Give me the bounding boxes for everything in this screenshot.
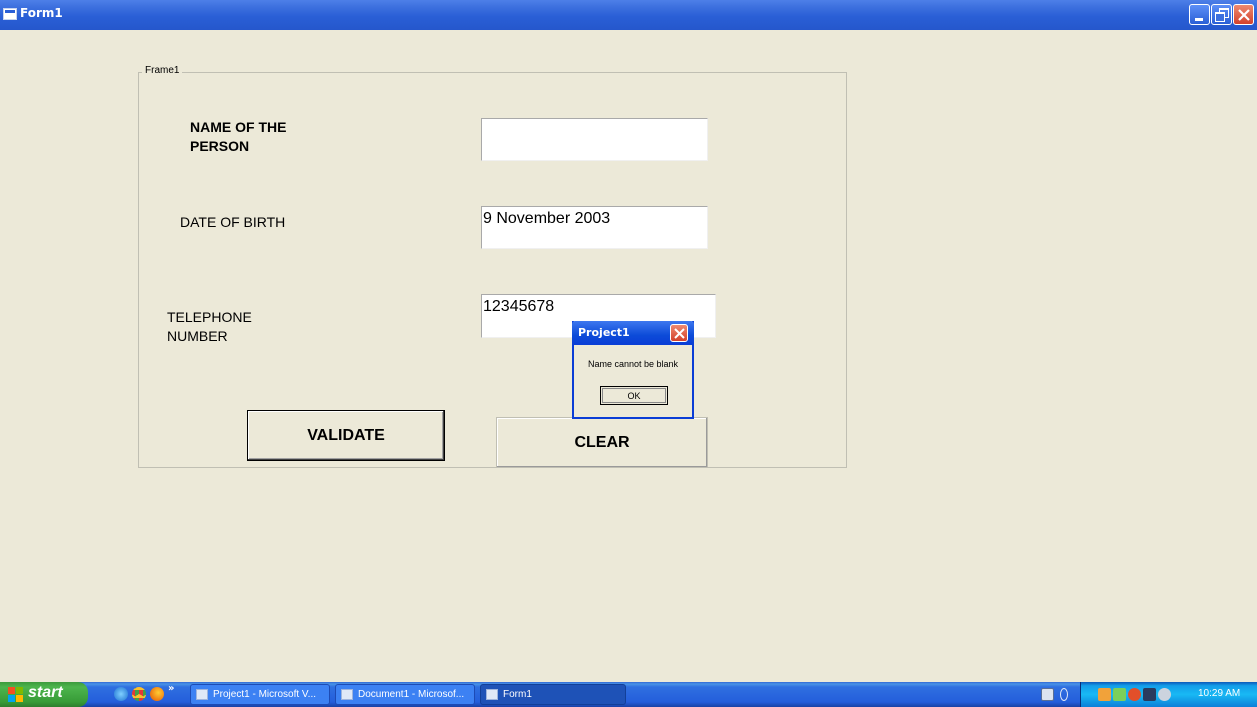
close-icon	[1238, 9, 1250, 21]
form-icon	[3, 8, 17, 20]
name-input[interactable]	[481, 118, 708, 161]
phone-label-line2: NUMBER	[167, 328, 228, 344]
phone-label-line1: TELEPHONE	[167, 309, 252, 325]
name-label-line1: NAME OF THE	[190, 119, 287, 135]
dialog-title: Project1	[578, 326, 630, 339]
taskbar-item-label: Document1 - Microsof...	[358, 689, 465, 700]
dialog-message: Name cannot be blank	[587, 359, 679, 369]
window-titlebar[interactable]: Form1	[0, 0, 1257, 30]
validate-button[interactable]: VALIDATE	[247, 410, 445, 461]
phone-label: TELEPHONE NUMBER	[167, 308, 252, 346]
clock: 10:29 AM	[1198, 688, 1241, 699]
name-label-line2: PERSON	[190, 138, 250, 154]
firefox-icon[interactable]	[150, 687, 164, 701]
tray-security-icon[interactable]	[1158, 688, 1171, 701]
taskbar-item-project1[interactable]: Project1 - Microsoft V...	[190, 684, 330, 705]
taskbar-item-document1[interactable]: Document1 - Microsof...	[335, 684, 475, 705]
taskbar-item-label: Project1 - Microsoft V...	[213, 689, 316, 700]
dob-label: DATE OF BIRTH	[180, 214, 286, 230]
network-icon[interactable]	[1060, 688, 1068, 701]
message-dialog: Project1 Name cannot be blank OK	[572, 321, 694, 419]
windows-logo-icon	[8, 687, 23, 702]
taskbar: start » Project1 - Microsoft V... Docume…	[0, 682, 1257, 707]
dialog-titlebar[interactable]: Project1	[572, 321, 694, 345]
tray-network-icon[interactable]	[1113, 688, 1126, 701]
name-label: NAME OF THE PERSON	[190, 118, 286, 156]
close-icon	[674, 328, 685, 339]
form-icon	[486, 689, 498, 700]
volume-icon[interactable]	[1143, 688, 1156, 701]
taskbar-item-label: Form1	[503, 689, 532, 700]
internet-explorer-icon[interactable]	[114, 687, 128, 701]
start-label: start	[28, 684, 63, 701]
vb-project-icon	[196, 689, 208, 700]
dialog-close-button[interactable]	[670, 324, 688, 342]
start-button[interactable]: start	[0, 682, 88, 707]
tray-quicktime-icon[interactable]	[1128, 688, 1141, 701]
restore-button[interactable]	[1211, 4, 1232, 25]
tray-app-icon[interactable]	[1098, 688, 1111, 701]
window-title: Form1	[20, 6, 63, 20]
quick-launch-overflow-icon[interactable]: »	[168, 683, 174, 694]
minimize-button[interactable]	[1189, 4, 1210, 25]
close-button[interactable]	[1233, 4, 1254, 25]
dob-input[interactable]: 9 November 2003	[481, 206, 708, 249]
help-icon[interactable]	[1041, 688, 1054, 701]
clear-button[interactable]: CLEAR	[496, 417, 708, 468]
chrome-icon[interactable]	[132, 687, 146, 701]
frame1-caption: Frame1	[142, 65, 183, 76]
ok-button[interactable]: OK	[600, 386, 668, 405]
word-document-icon	[341, 689, 353, 700]
taskbar-item-form1[interactable]: Form1	[480, 684, 626, 705]
